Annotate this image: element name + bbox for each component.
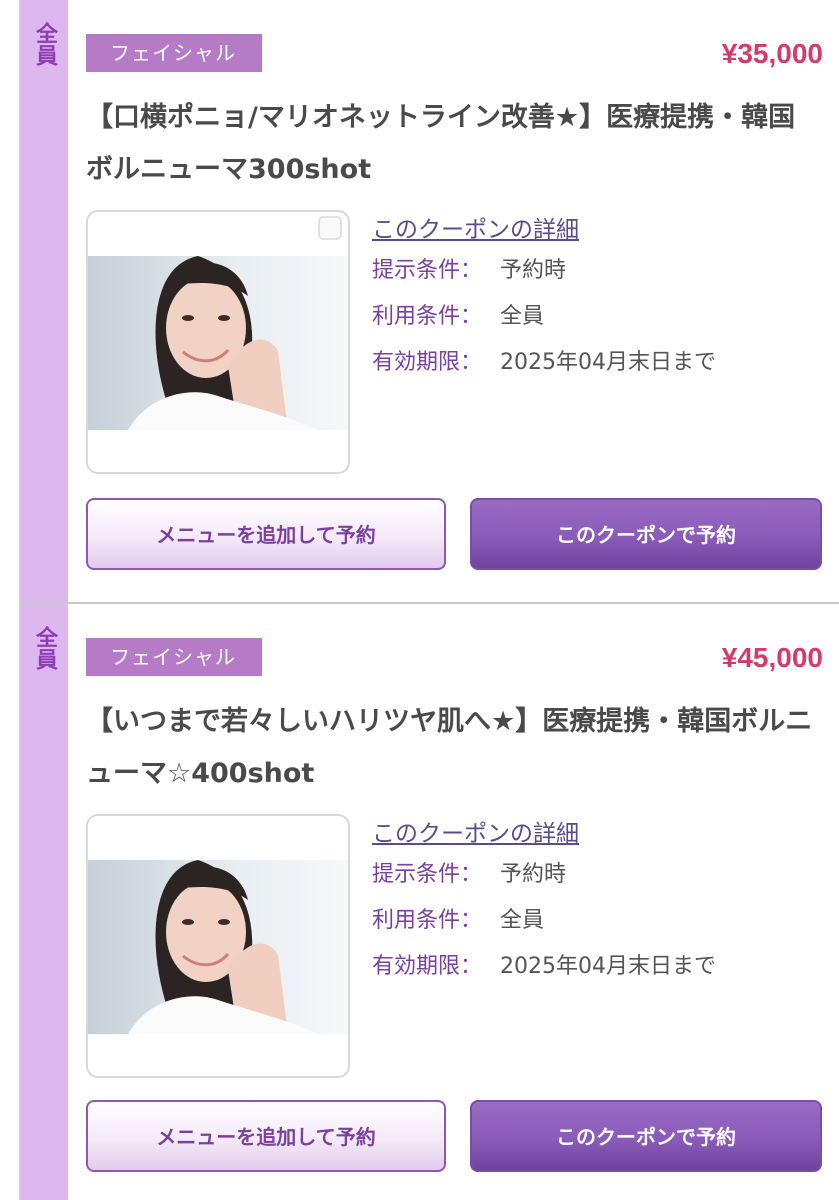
coupon-card: 全員 フェイシャル ¥35,000 【口横ポニョ/マリオネットライン改善★】医療… [20, 0, 839, 604]
add-menu-reserve-button[interactable]: メニューを追加して予約 [86, 498, 446, 570]
page-left-edge [0, 0, 20, 1200]
condition-label: 有効期限： [372, 954, 483, 979]
coupon-title: 【口横ポニョ/マリオネットライン改善★】医療提携・韓国ボルニューマ300shot [86, 102, 796, 185]
reserve-with-coupon-button[interactable]: このクーポンで予約 [470, 1100, 822, 1172]
price: ¥35,000 [721, 38, 823, 69]
condition-row: 有効期限： 2025年04月末日まで [372, 340, 832, 386]
condition-value: 全員 [500, 908, 545, 933]
condition-value: 2025年04月末日まで [500, 350, 716, 375]
price: ¥45,000 [721, 642, 823, 673]
coupon-info: このクーポンの詳細 提示条件： 予約時 利用条件： 全員 有効期限： 2025年… [372, 814, 832, 990]
condition-label: 利用条件： [372, 304, 483, 329]
category-label: フェイシャル [86, 638, 262, 676]
condition-value: 予約時 [500, 258, 567, 283]
category-label: フェイシャル [86, 34, 262, 72]
overlay-square-icon [318, 216, 342, 240]
add-menu-reserve-button[interactable]: メニューを追加して予約 [86, 1100, 446, 1172]
condition-label: 有効期限： [372, 350, 483, 375]
model-photo [88, 256, 348, 430]
coupon-details-link[interactable]: このクーポンの詳細 [372, 816, 579, 852]
condition-value: 2025年04月末日まで [500, 954, 716, 979]
model-photo [88, 860, 348, 1034]
coupon-photo[interactable] [86, 210, 350, 474]
condition-value: 全員 [500, 304, 545, 329]
target-tag: 全員 [20, 0, 68, 602]
coupon-details-link[interactable]: このクーポンの詳細 [372, 212, 579, 248]
condition-row: 利用条件： 全員 [372, 898, 832, 944]
condition-label: 利用条件： [372, 908, 483, 933]
condition-value: 予約時 [500, 862, 567, 887]
target-tag: 全員 [20, 604, 68, 1200]
condition-label: 提示条件： [372, 862, 483, 887]
condition-row: 提示条件： 予約時 [372, 852, 832, 898]
coupon-title: 【いつまで若々しいハリツヤ肌へ★】医療提携・韓国ボルニューマ☆400shot [86, 706, 813, 789]
condition-row: 提示条件： 予約時 [372, 248, 832, 294]
coupon-photo[interactable] [86, 814, 350, 1078]
reserve-with-coupon-button[interactable]: このクーポンで予約 [470, 498, 822, 570]
target-tag-text: 全員 [32, 626, 57, 670]
coupon-info: このクーポンの詳細 提示条件： 予約時 利用条件： 全員 有効期限： 2025年… [372, 210, 832, 386]
target-tag-text: 全員 [32, 22, 57, 66]
coupon-card: 全員 フェイシャル ¥45,000 【いつまで若々しいハリツヤ肌へ★】医療提携・… [20, 604, 839, 1200]
condition-row: 有効期限： 2025年04月末日まで [372, 944, 832, 990]
condition-label: 提示条件： [372, 258, 483, 283]
condition-row: 利用条件： 全員 [372, 294, 832, 340]
